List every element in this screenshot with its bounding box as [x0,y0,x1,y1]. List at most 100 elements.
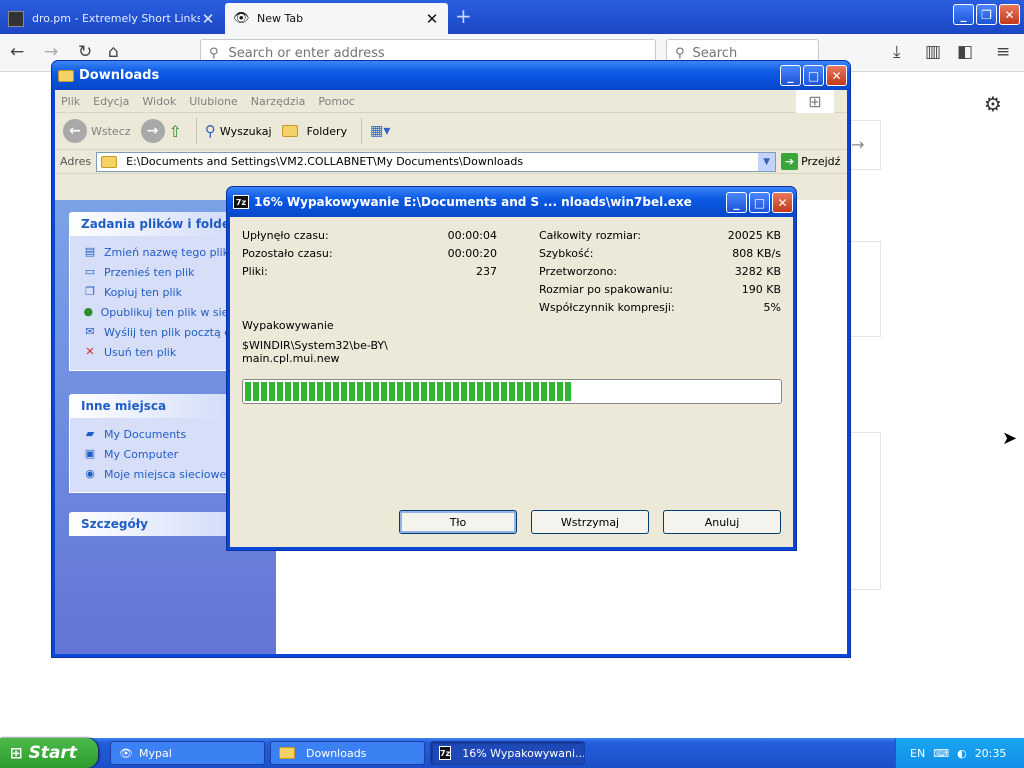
go-button[interactable]: ➔ Przejdź [781,153,840,170]
menu-pomoc[interactable]: Pomoc [318,95,354,108]
dialog-body: Upłynęło czasu: 00:00:04 Pozostało czasu… [230,217,793,547]
page-tile[interactable] [848,241,881,337]
taskbar-item-label: 16% Wypakowywani... [462,746,585,760]
taskbar-item-label: Downloads [306,746,367,760]
gear-icon[interactable]: ⚙ [984,92,1002,116]
7zip-icon: 7z [233,195,249,209]
close-button[interactable]: ✕ [999,4,1020,25]
close-button[interactable]: ✕ [772,192,793,213]
cancel-button[interactable]: Anuluj [663,510,781,534]
menu-ulubione[interactable]: Ulubione [189,95,238,108]
move-icon: ▭ [84,265,96,278]
folder-icon [279,747,295,759]
background-button[interactable]: Tło [399,510,517,534]
rename-icon: ▤ [84,245,96,258]
mypal-tray-icon[interactable]: ◐ [957,747,967,760]
tab-close-icon[interactable]: ✕ [200,10,216,28]
stat-processed: Przetworzono: 3282 KB [539,265,781,283]
explorer-menu-bar: Plik Edycja Widok Ulubione Narzędzia Pom… [55,90,847,113]
taskbar-item-downloads[interactable]: Downloads [270,741,425,765]
downloads-icon[interactable]: ⤓ [893,42,901,62]
back-arrow-icon[interactable]: ← [63,119,87,143]
chevron-down-icon[interactable]: ▼ [758,152,776,171]
task-label: Usuń ten plik [104,345,177,359]
stat-value: 5% [763,301,781,314]
explorer-title: Downloads [79,68,160,83]
search-icon: ⚲ [209,45,219,61]
dialog-title-bar[interactable]: 7z 16% Wypakowywanie E:\Documents and S … [227,187,796,217]
arrow-right-icon: → [851,135,865,154]
taskbar-item-label: Mypal [138,746,172,760]
taskbar: ⊞ Start 👁 Mypal Downloads 7z 16% Wypakow… [0,738,1024,768]
page-tile[interactable] [848,432,881,590]
address-bar: Adres E:\Documents and Settings\VM2.COLL… [55,150,847,174]
magnifier-icon: ⚲ [204,122,216,140]
minimize-button[interactable]: _ [726,192,747,213]
language-indicator[interactable]: EN [910,747,925,760]
stat-value: 00:00:20 [447,247,497,260]
forward-arrow-icon[interactable]: → [44,42,58,62]
minimize-button[interactable]: _ [780,65,801,86]
menu-plik[interactable]: Plik [61,95,80,108]
current-path: $WINDIR\System32\be-BY\ [242,339,388,352]
menu-edycja[interactable]: Edycja [93,95,129,108]
current-file: main.cpl.mui.new [242,352,340,365]
browser-tab-strip: dro.pm - Extremely Short Links ✕ 👁 New T… [0,0,1024,34]
minimize-button[interactable]: _ [953,4,974,25]
stat-label: Współczynnik kompresji: [539,301,675,314]
task-label: Kopiuj ten plik [104,285,182,299]
url-placeholder: Search or enter address [228,45,385,61]
stat-elapsed: Upłynęło czasu: 00:00:04 [242,229,497,247]
sidebar-icon[interactable]: ◧ [957,42,973,62]
forward-arrow-icon[interactable]: → [140,119,165,143]
tab-close-icon[interactable]: ✕ [424,10,440,28]
stat-value: 20025 KB [727,229,781,242]
mypal-favicon-icon: 👁 [233,10,250,26]
stat-speed: Szybkość: 808 KB/s [539,247,781,265]
back-button[interactable]: Wstecz [91,125,131,138]
page-search-submit[interactable]: → [848,120,881,170]
task-label: Przenieś ten plik [104,265,195,279]
taskbar-item-mypal[interactable]: 👁 Mypal [110,741,265,765]
stat-label: Pliki: [242,265,268,278]
explorer-title-bar[interactable]: Downloads _ □ ✕ [52,61,850,90]
copy-icon: ❐ [85,285,95,298]
close-button[interactable]: ✕ [826,65,847,86]
reload-icon[interactable]: ↻ [78,42,92,62]
folders-button[interactable]: Foldery [281,125,347,138]
progress-fill [245,382,571,401]
explorer-window-controls: _ □ ✕ [780,65,847,86]
maximize-button[interactable]: □ [803,65,824,86]
views-icon[interactable]: ▦▾ [370,123,390,139]
menu-narzedzia[interactable]: Narzędzia [251,95,306,108]
tab-dro-pm[interactable]: dro.pm - Extremely Short Links ✕ [0,3,224,34]
folder-icon [101,155,118,168]
stat-value: 00:00:04 [447,229,497,242]
library-icon[interactable]: ▥ [925,42,941,62]
back-arrow-icon[interactable]: ← [10,42,24,62]
address-value: E:\Documents and Settings\VM2.COLLABNET\… [126,155,524,168]
keyboard-icon[interactable]: ⌨ [933,747,949,760]
start-button[interactable]: ⊞ Start [0,738,98,768]
menu-widok[interactable]: Widok [142,95,176,108]
address-input[interactable]: E:\Documents and Settings\VM2.COLLABNET\… [96,151,777,172]
maximize-button[interactable]: □ [749,192,770,213]
up-folder-icon[interactable]: ⇧ [169,122,182,141]
progress-bar [242,379,782,404]
stat-files: Pliki: 237 [242,265,497,283]
network-icon: ◉ [85,467,95,480]
place-label: My Documents [104,427,187,441]
mypal-icon: 👁 [119,746,133,760]
home-icon[interactable]: ⌂ [108,42,119,62]
search-button[interactable]: ⚲ Wyszukaj [205,122,272,140]
menu-icon[interactable]: ≡ [996,42,1010,62]
browser-window-controls: _ ❐ ✕ [953,4,1020,25]
7zip-icon: 7z [439,746,452,760]
maximize-button[interactable]: ❐ [976,4,997,25]
pause-button[interactable]: Wstrzymaj [531,510,649,534]
tab-new-tab[interactable]: 👁 New Tab ✕ [225,3,448,34]
tab-label: New Tab [257,12,304,25]
taskbar-item-7zip[interactable]: 7z 16% Wypakowywani... [430,741,585,765]
new-tab-button[interactable]: + [455,4,472,28]
stat-value: 237 [476,265,497,278]
